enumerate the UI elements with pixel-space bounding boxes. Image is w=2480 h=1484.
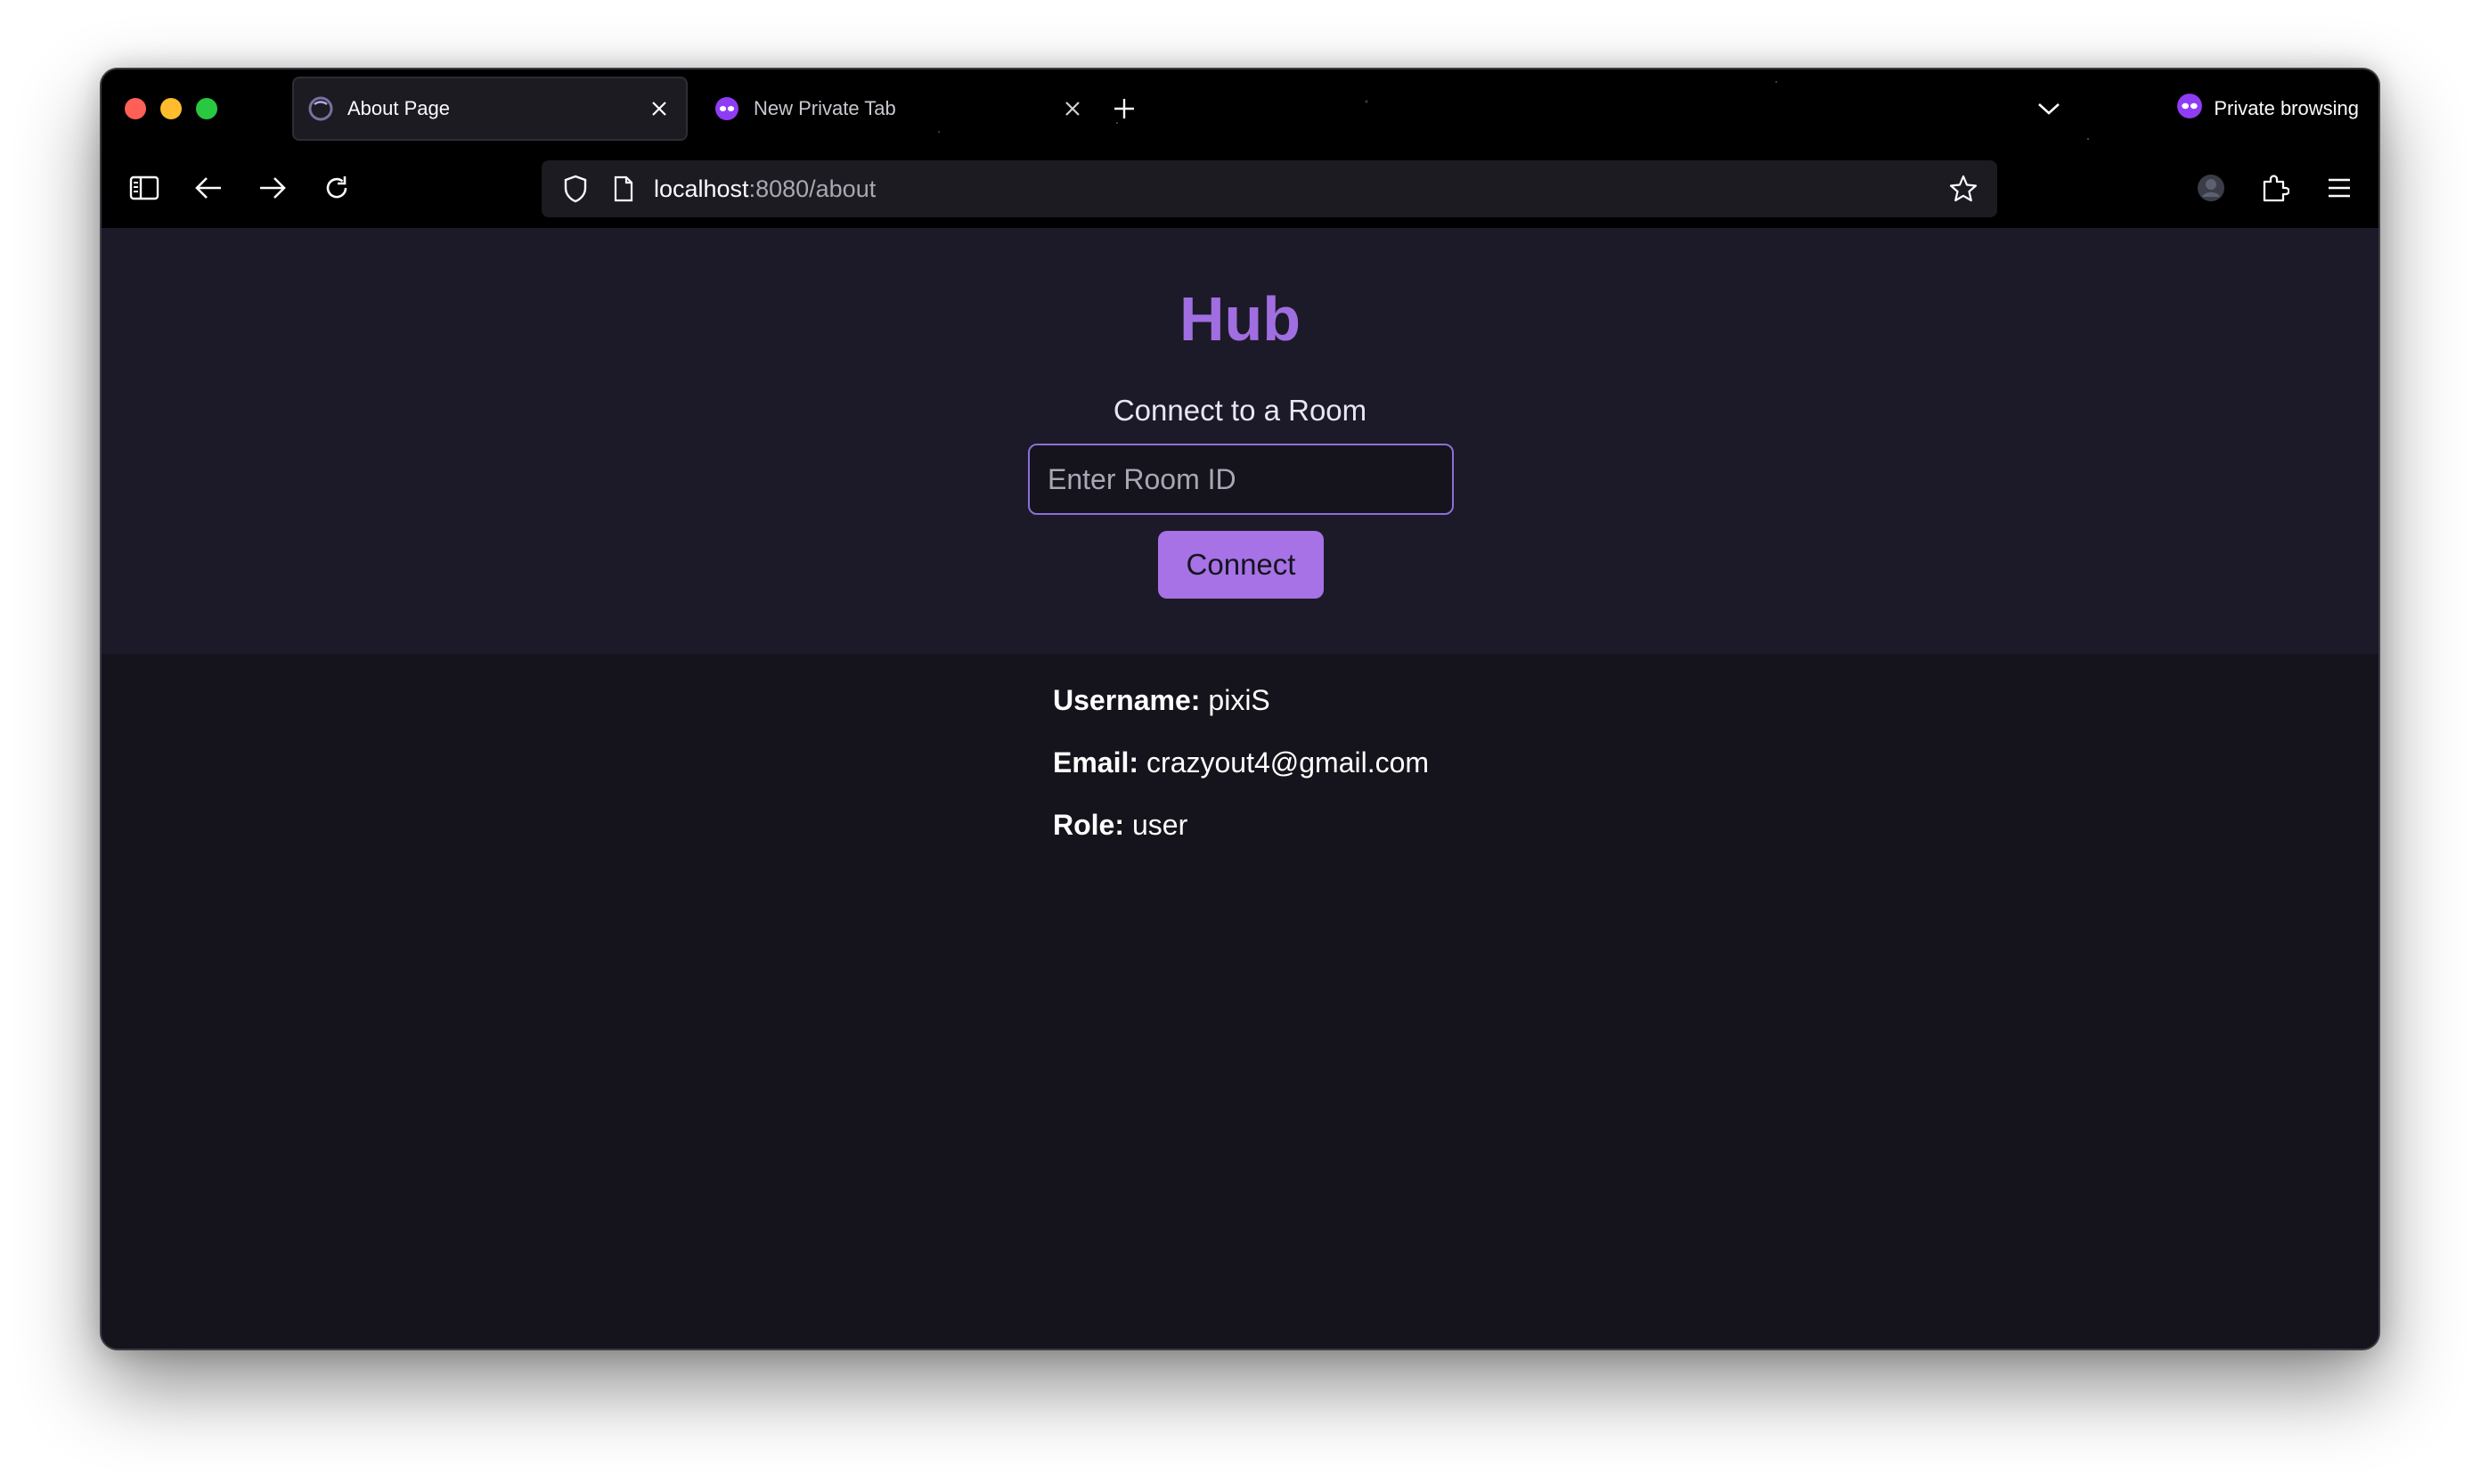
sidebar-icon[interactable]	[125, 168, 164, 208]
forward-arrow-icon[interactable]	[253, 168, 292, 208]
private-browsing-indicator: Private browsing	[2176, 91, 2359, 126]
reload-icon[interactable]	[317, 168, 356, 208]
close-window-button[interactable]	[125, 98, 146, 119]
url-path: :8080/about	[748, 175, 877, 202]
account-avatar-icon[interactable]	[2191, 168, 2231, 208]
tab-new-private-tab[interactable]: New Private Tab	[700, 77, 1099, 141]
bookmark-star-icon[interactable]	[1944, 169, 1983, 208]
private-mask-icon	[714, 96, 739, 121]
tab-title: New Private Tab	[754, 97, 896, 119]
back-arrow-icon[interactable]	[189, 168, 228, 208]
role-label: Role:	[1053, 809, 1124, 841]
private-browsing-label: Private browsing	[2214, 97, 2359, 119]
address-bar[interactable]: localhost:8080/about	[542, 160, 1997, 217]
navigation-toolbar: localhost:8080/about	[102, 148, 2378, 228]
url-host: localhost	[654, 175, 749, 202]
chevron-down-icon[interactable]	[2031, 91, 2067, 126]
tab-title: About Page	[347, 97, 450, 119]
app-logo-icon	[308, 96, 333, 121]
browser-window: About Page New Private Tab Private brows…	[100, 68, 2380, 1350]
private-mask-icon	[2176, 93, 2203, 125]
page-title: Hub	[1179, 284, 1301, 354]
hero-section: Hub Connect to a Room Connect	[102, 228, 2378, 654]
maximize-window-button[interactable]	[196, 98, 217, 119]
connect-heading: Connect to a Room	[1113, 394, 1367, 427]
username-value: pixiS	[1208, 684, 1270, 716]
email-value: crazyout4@gmail.com	[1146, 746, 1430, 779]
email-label: Email:	[1053, 746, 1139, 779]
tab-about-page[interactable]: About Page	[292, 77, 688, 141]
user-info: Username: pixiS Email: crazyout4@gmail.c…	[1053, 684, 1429, 871]
tab-strip: About Page New Private Tab Private brows…	[102, 69, 2378, 148]
role-row: Role: user	[1053, 809, 1429, 871]
menu-hamburger-icon[interactable]	[2320, 168, 2359, 208]
email-row: Email: crazyout4@gmail.com	[1053, 746, 1429, 809]
new-tab-plus-icon[interactable]	[1108, 93, 1140, 125]
username-label: Username:	[1053, 684, 1201, 716]
page-document-icon[interactable]	[606, 171, 641, 207]
connect-button[interactable]: Connect	[1158, 531, 1324, 599]
close-tab-icon[interactable]	[1056, 93, 1089, 125]
room-id-input[interactable]	[1028, 444, 1454, 515]
extensions-puzzle-icon[interactable]	[2256, 168, 2295, 208]
minimize-window-button[interactable]	[160, 98, 182, 119]
shield-icon[interactable]	[558, 171, 593, 207]
close-tab-icon[interactable]	[643, 93, 675, 125]
page-content: Hub Connect to a Room Connect Username: …	[102, 228, 2378, 1349]
role-value: user	[1132, 809, 1188, 841]
url-text[interactable]: localhost:8080/about	[654, 175, 1944, 203]
username-row: Username: pixiS	[1053, 684, 1429, 746]
